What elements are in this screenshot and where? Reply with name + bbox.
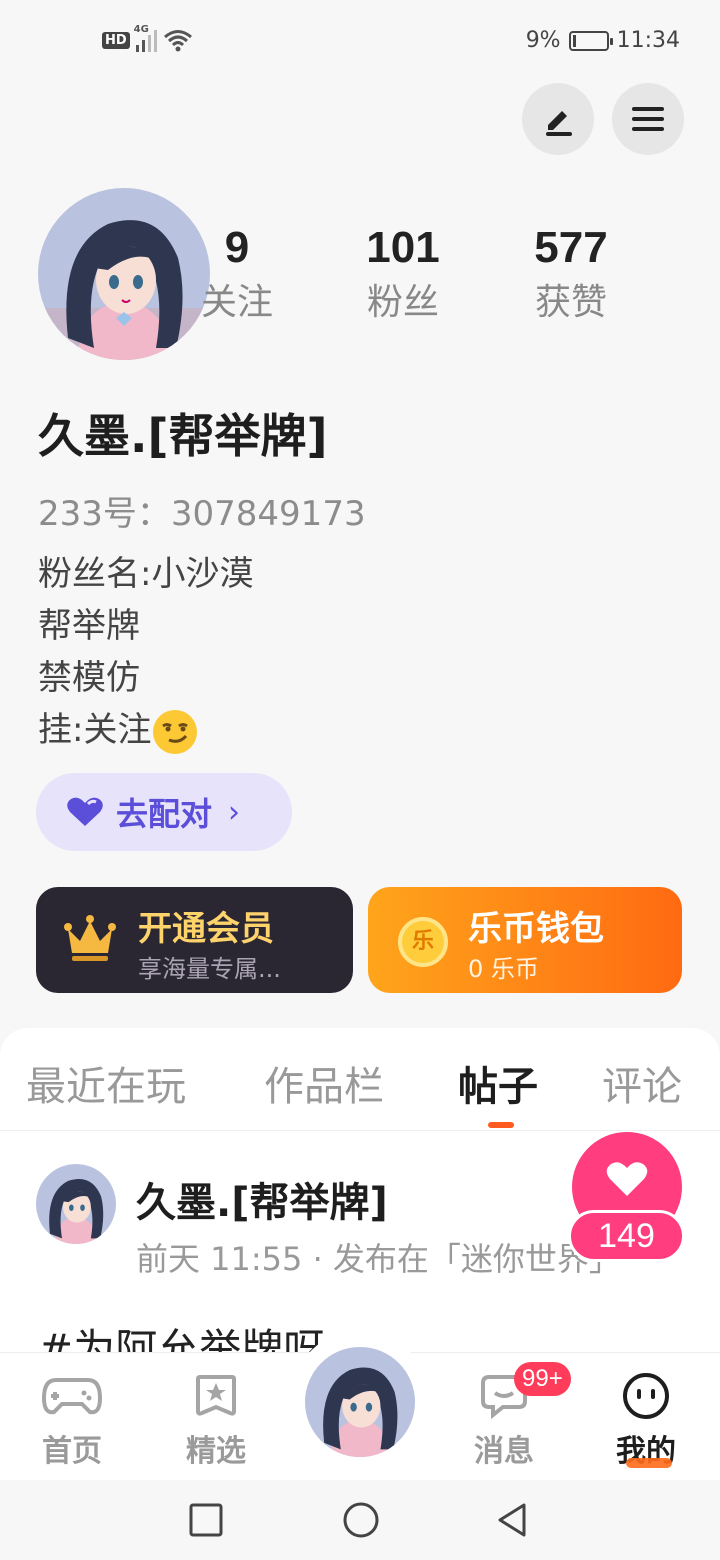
bio-line: 粉丝名:小沙漠 [38, 554, 254, 594]
bio-line: 禁模仿 [38, 658, 140, 698]
menu-icon [632, 107, 664, 131]
profile-username: 久墨.[帮举牌] [38, 409, 328, 463]
star-bookmark-icon [196, 1375, 236, 1416]
following-count: 9 [224, 223, 250, 272]
smiley-face-icon [623, 1373, 669, 1419]
nav-me[interactable]: 我的 [591, 1372, 701, 1470]
followers-count: 101 [366, 223, 440, 272]
signal-icon: 4G [134, 24, 157, 52]
likes-stat[interactable]: 577 获赞 [511, 220, 631, 330]
pair-button[interactable]: 去配对 › [36, 773, 292, 851]
nav-featured-label: 精选 [186, 1434, 246, 1469]
profile-id[interactable]: 233号：307849173 [38, 486, 366, 535]
coin-balance: 0 乐币 [468, 955, 539, 983]
nav-home-label: 首页 [42, 1434, 102, 1469]
tab-active-indicator [488, 1122, 514, 1128]
followers-label: 粉丝 [366, 282, 439, 323]
nav-active-indicator [626, 1458, 672, 1468]
battery-percent: 9% [525, 28, 561, 53]
post-author-name[interactable]: 久墨.[帮举牌] [136, 1170, 388, 1228]
smirk-emoji-icon [153, 709, 198, 754]
likes-received-label: 获赞 [534, 282, 607, 323]
coin-icon: 乐 [398, 917, 448, 967]
status-bar: HD 4G 9% 11:34 [0, 0, 720, 84]
likes-received-count: 577 [534, 223, 608, 272]
heart-icon [67, 797, 103, 826]
post-author-avatar[interactable] [36, 1164, 116, 1244]
crown-icon [64, 915, 116, 961]
edit-profile-button[interactable] [522, 83, 594, 155]
tab-posts[interactable]: 帖子 [458, 1054, 538, 1112]
home-icon[interactable] [341, 1500, 381, 1540]
tab-comments[interactable]: 评论 [602, 1054, 682, 1112]
profile-bio: 粉丝名:小沙漠 帮举牌 禁模仿 挂:关注 [38, 548, 253, 756]
tab-recent-play[interactable]: 最近在玩 [26, 1054, 186, 1112]
battery-icon [568, 30, 613, 51]
network-type: 4G [133, 24, 149, 35]
coin-wallet-card[interactable]: 乐 乐币钱包 0 乐币 [368, 887, 682, 993]
following-stat[interactable]: 9 关注 [177, 220, 297, 330]
clock: 11:34 [616, 28, 680, 53]
tab-works[interactable]: 作品栏 [264, 1054, 384, 1112]
vip-card[interactable]: 开通会员 享海量专属... [36, 887, 353, 993]
following-label: 关注 [200, 282, 273, 323]
divider [0, 1130, 720, 1131]
followers-stat[interactable]: 101 粉丝 [343, 220, 463, 330]
pencil-icon [546, 111, 572, 136]
bio-line: 帮举牌 [38, 606, 140, 646]
pair-label: 去配对 [116, 795, 213, 833]
heart-icon [606, 1162, 648, 1196]
vip-title: 开通会员 [138, 909, 274, 949]
bio-line-with-emoji: 挂:关注 [38, 704, 253, 756]
wifi-icon [163, 30, 192, 52]
vip-subtitle: 享海量专属... [138, 955, 281, 983]
nav-home[interactable]: 首页 [17, 1372, 127, 1470]
center-avatar-button[interactable] [305, 1347, 415, 1457]
nav-messages-label: 消息 [474, 1434, 534, 1469]
hd-indicator: HD [102, 31, 130, 49]
chevron-right-icon: › [228, 794, 241, 830]
back-icon[interactable] [494, 1500, 530, 1540]
menu-button[interactable] [612, 83, 684, 155]
nav-featured[interactable]: 精选 [161, 1372, 271, 1470]
bio-line: 挂:关注 [38, 710, 152, 750]
unread-badge: 99+ [514, 1362, 571, 1396]
coin-title: 乐币钱包 [468, 909, 604, 949]
like-count: 149 [568, 1210, 685, 1262]
gamepad-icon [42, 1378, 102, 1415]
recent-apps-icon[interactable] [188, 1500, 224, 1540]
